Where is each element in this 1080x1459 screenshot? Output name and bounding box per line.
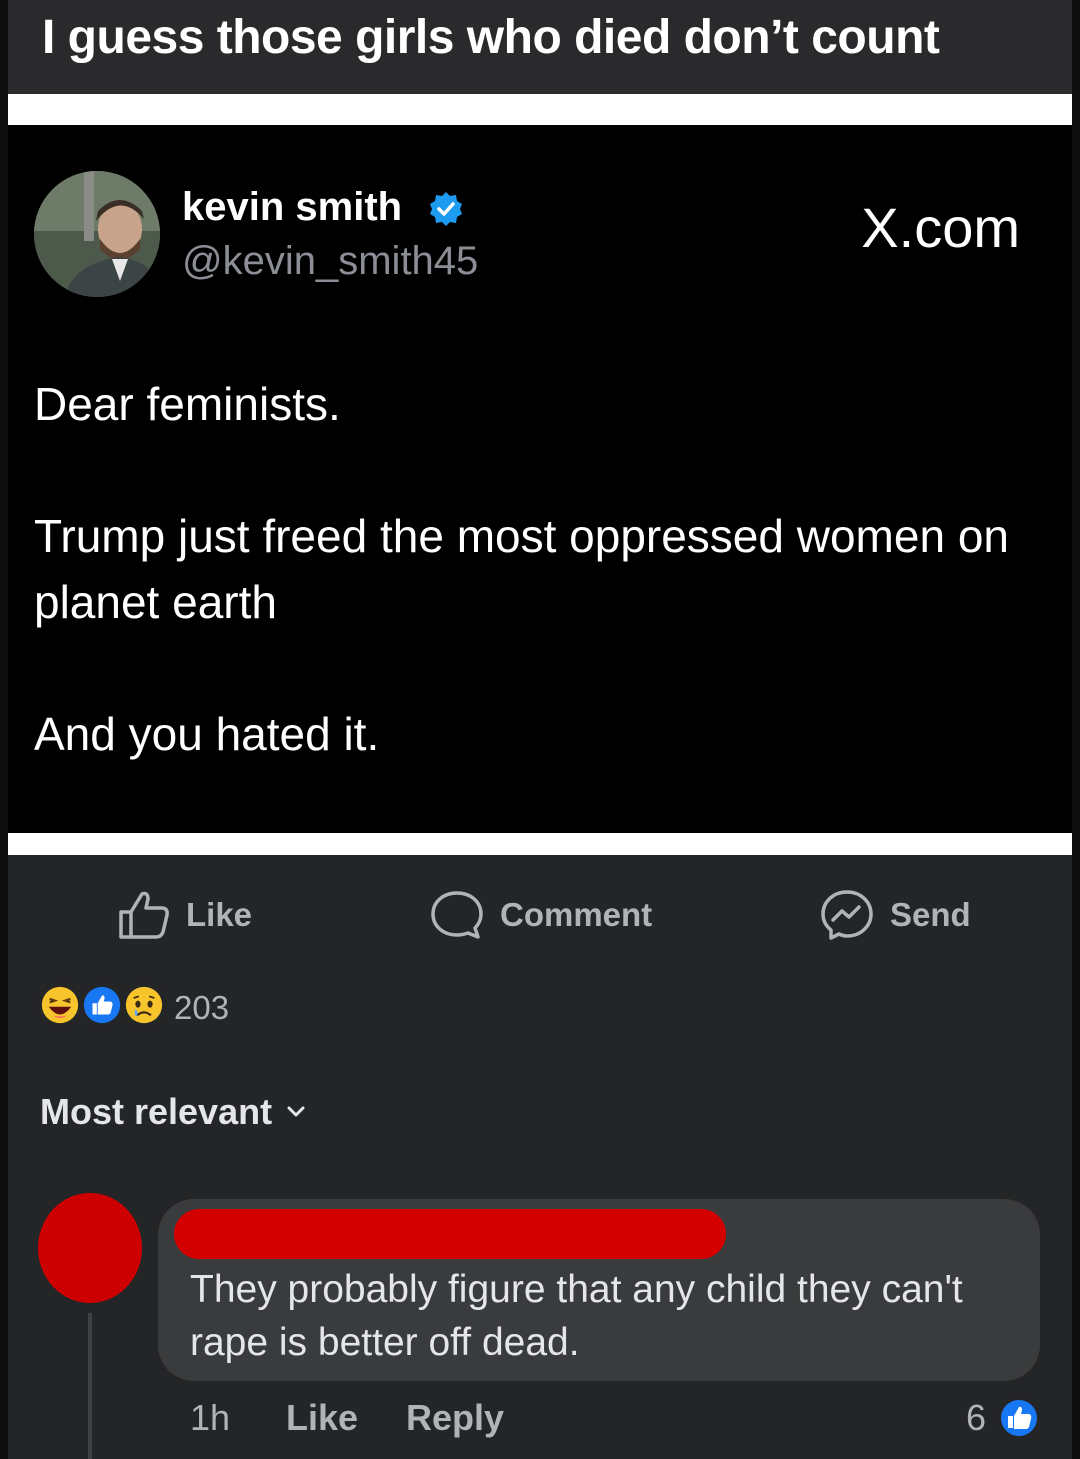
like-label: Like (186, 896, 253, 933)
reaction-count[interactable]: 203 (174, 989, 229, 1027)
like-button[interactable]: Like (118, 885, 252, 945)
thumbs-up-icon (119, 891, 169, 939)
post-footer: Like Comment Send 203 Most relevant They… (8, 855, 1072, 1459)
comment-reply-button[interactable]: Reply (406, 1397, 504, 1439)
haha-reaction-icon (38, 983, 82, 1027)
like-reaction-icon (999, 1398, 1039, 1438)
comment-button[interactable]: Comment (430, 885, 652, 945)
divider-top (8, 94, 1072, 125)
source-label: X.com (861, 196, 1020, 259)
caption-bar: I guess those girls who died don’t count (8, 0, 1072, 94)
divider-mid (8, 833, 1072, 855)
verified-badge-icon (430, 192, 462, 226)
comment-like-button[interactable]: Like (286, 1397, 358, 1439)
commenter-name-redacted[interactable] (174, 1209, 726, 1259)
author-name[interactable]: kevin smith (182, 185, 402, 230)
tweet-paragraph: Dear feminists. (34, 378, 341, 430)
send-button[interactable]: Send (820, 885, 971, 945)
comment-reaction-count[interactable]: 6 (966, 1397, 986, 1439)
chevron-down-icon (287, 1106, 305, 1117)
caption-text: I guess those girls who died don’t count (42, 11, 940, 64)
tweet-card: kevin smith @kevin_smith45 X.com Dear fe… (8, 125, 1072, 833)
author-avatar[interactable] (34, 171, 160, 297)
tweet-paragraph: Trump just freed the most oppressed wome… (34, 510, 1009, 628)
author-handle[interactable]: @kevin_smith45 (182, 239, 478, 284)
like-reaction-icon (80, 983, 124, 1027)
screenshot-frame: I guess those girls who died don’t count… (0, 0, 1080, 1459)
comment-timestamp[interactable]: 1h (190, 1397, 230, 1439)
send-label: Send (890, 896, 971, 933)
comment-bubble-icon (431, 891, 483, 939)
comment-sort-dropdown[interactable]: Most relevant (40, 1091, 306, 1133)
sort-label: Most relevant (40, 1091, 273, 1132)
comment-label: Comment (500, 896, 653, 933)
sad-reaction-icon (122, 983, 166, 1027)
comment-bubble: They probably figure that any child they… (158, 1199, 1040, 1381)
commenter-avatar-redacted[interactable] (38, 1193, 142, 1303)
thread-line (88, 1313, 92, 1459)
messenger-icon (821, 890, 873, 940)
comment-text: They probably figure that any child they… (190, 1268, 963, 1364)
tweet-paragraph: And you hated it. (34, 708, 380, 760)
